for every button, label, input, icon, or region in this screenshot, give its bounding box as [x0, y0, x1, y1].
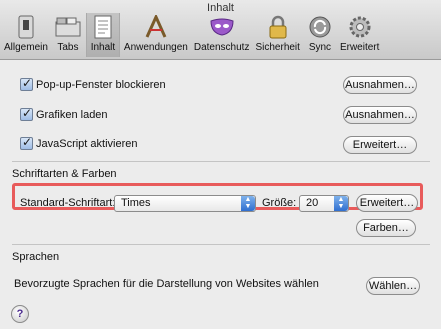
preferences-toolbar: Allgemein Tabs Inhalt Anwendungen Datens… [2, 13, 383, 57]
sync-icon [306, 13, 334, 41]
javascript-advanced-button[interactable]: Erweitert… [343, 136, 417, 154]
popup-option-row[interactable]: ✓ Pop-up-Fenster blockieren [20, 76, 166, 91]
javascript-checkbox[interactable]: ✓ [20, 135, 33, 150]
fonts-section-title: Schriftarten & Farben [12, 168, 117, 180]
languages-section-title: Sprachen [12, 251, 60, 263]
font-size-value: 20 [306, 197, 319, 209]
popup-label: Pop-up-Fenster blockieren [36, 78, 166, 91]
toolbar-item-datenschutz[interactable]: Datenschutz [192, 13, 252, 57]
gear-icon [346, 13, 374, 41]
toolbar-item-allgemein[interactable]: Allgemein [2, 13, 50, 57]
tabs-icon [54, 13, 82, 41]
toolbar-label: Erweitert [339, 42, 380, 53]
checkmark-icon: ✓ [22, 135, 33, 149]
section-divider [12, 244, 430, 245]
toolbar-label: Tabs [57, 42, 79, 53]
toolbar-item-sicherheit[interactable]: Sicherheit [253, 13, 301, 57]
languages-description: Bevorzugte Sprachen für die Darstellung … [14, 278, 319, 290]
javascript-option-row[interactable]: ✓ JavaScript aktivieren [20, 135, 138, 150]
colors-button[interactable]: Farben… [356, 219, 416, 237]
toolbar-item-erweitert[interactable]: Erweitert [338, 13, 381, 57]
toolbar-label: Anwendungen [123, 42, 188, 53]
toolbar-label: Allgemein [4, 42, 48, 53]
content-pane: ✓ Pop-up-Fenster blockieren Ausnahmen… ✓… [0, 60, 441, 329]
images-exceptions-button[interactable]: Ausnahmen… [343, 106, 417, 124]
images-label: Grafiken laden [36, 108, 108, 121]
toolbar-label: Inhalt [90, 42, 116, 53]
images-checkbox[interactable]: ✓ [20, 106, 33, 121]
checkmark-icon: ✓ [22, 76, 33, 90]
popup-exceptions-button[interactable]: Ausnahmen… [343, 76, 417, 94]
document-icon [89, 13, 117, 41]
toolbar-item-tabs[interactable]: Tabs [52, 13, 84, 57]
question-icon: ? [16, 308, 24, 320]
toolbar-item-sync[interactable]: Sync [304, 13, 336, 57]
toolbar-item-anwendungen[interactable]: Anwendungen [122, 13, 190, 57]
lock-icon [264, 13, 292, 41]
default-font-select[interactable]: Times ▲ ▼ [114, 195, 256, 212]
select-arrows-icon: ▲ ▼ [334, 196, 348, 211]
javascript-label: JavaScript aktivieren [36, 137, 138, 150]
applications-icon [142, 13, 170, 41]
default-font-value: Times [121, 197, 151, 209]
size-label: Größe: [262, 197, 297, 209]
title-bar: Inhalt Allgemein Tabs Inhalt Anwendungen… [0, 0, 441, 60]
images-option-row[interactable]: ✓ Grafiken laden [20, 106, 108, 121]
section-divider [12, 161, 430, 162]
select-arrows-icon: ▲ ▼ [241, 196, 255, 211]
toolbar-item-inhalt[interactable]: Inhalt [85, 13, 120, 57]
switch-icon [12, 13, 40, 41]
choose-languages-button[interactable]: Wählen… [366, 277, 420, 295]
help-button[interactable]: ? [11, 305, 29, 323]
toolbar-label: Sicherheit [255, 42, 300, 53]
toolbar-label: Sync [308, 42, 332, 53]
toolbar-label: Datenschutz [193, 42, 250, 53]
font-size-select[interactable]: 20 ▲ ▼ [299, 195, 349, 212]
checkmark-icon: ✓ [22, 106, 33, 120]
popup-checkbox[interactable]: ✓ [20, 76, 33, 91]
default-font-label: Standard-Schriftart: [20, 197, 116, 209]
preferences-window: Inhalt Allgemein Tabs Inhalt Anwendungen… [0, 0, 441, 329]
mask-icon [208, 13, 236, 41]
fonts-advanced-button[interactable]: Erweitert… [356, 194, 418, 212]
